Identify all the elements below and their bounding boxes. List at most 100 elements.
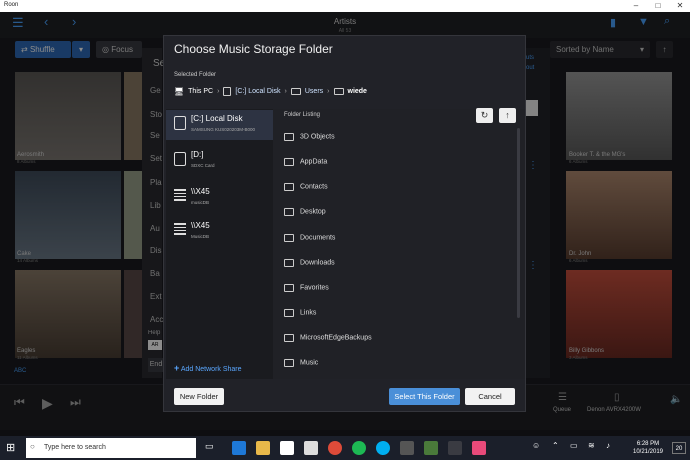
- drive-description: SAMSUNG KUS020203M-B000: [191, 127, 256, 132]
- server-icon: [174, 223, 186, 235]
- folder-item[interactable]: MicrosoftEdgeBackups: [284, 334, 372, 352]
- drive-name: \\X45: [191, 187, 210, 196]
- maximize-icon[interactable]: □: [648, 0, 668, 12]
- edge-icon[interactable]: [232, 441, 246, 455]
- folder-item[interactable]: 3D Objects: [284, 133, 335, 151]
- disk-icon: [174, 152, 186, 166]
- mail-icon[interactable]: [304, 441, 318, 455]
- refresh-button[interactable]: ↻: [476, 108, 493, 123]
- folder-item[interactable]: Documents: [284, 234, 335, 252]
- folder-item[interactable]: AppData: [284, 158, 327, 176]
- store-icon[interactable]: [280, 441, 294, 455]
- folder-item[interactable]: Links: [284, 309, 316, 327]
- folder-name: 3D Objects: [300, 133, 335, 141]
- wifi-icon[interactable]: ≋: [588, 441, 595, 450]
- folder-item[interactable]: Favorites: [284, 284, 329, 302]
- folder-icon: [284, 133, 294, 141]
- folder-icon: [284, 334, 294, 342]
- drive-name: [D:]: [191, 150, 204, 159]
- folder-icon: [290, 87, 301, 95]
- folder-name: MicrosoftEdgeBackups: [300, 334, 372, 342]
- new-folder-button[interactable]: New Folder: [174, 388, 224, 405]
- folder-name: Desktop: [300, 208, 326, 216]
- drive-description: SDXC Card: [191, 163, 215, 168]
- refresh-icon: ↻: [480, 110, 489, 120]
- folder-icon: [284, 208, 294, 216]
- cancel-button[interactable]: Cancel: [465, 388, 515, 405]
- folder-name: Downloads: [300, 259, 335, 267]
- plus-icon: +: [174, 363, 180, 373]
- drive-name: \\X45: [191, 221, 210, 230]
- taskbar-search-input[interactable]: Type here to search: [26, 438, 196, 458]
- roon-icon[interactable]: [448, 441, 462, 455]
- drive-name: [C:] Local Disk: [191, 114, 243, 123]
- chevron-right-icon: ›: [217, 87, 220, 95]
- chevron-right-icon: ›: [284, 87, 287, 95]
- drive-description: MusicDB: [191, 234, 210, 239]
- drive-item-network-2[interactable]: \\X45 MusicDB: [166, 217, 273, 247]
- app-icon[interactable]: [400, 441, 414, 455]
- search-icon: ○: [30, 442, 35, 451]
- task-view-icon[interactable]: ▭: [205, 441, 214, 452]
- app-icon-pink[interactable]: [472, 441, 486, 455]
- people-icon[interactable]: ☺: [532, 441, 540, 450]
- folder-item[interactable]: Desktop: [284, 208, 326, 226]
- system-clock[interactable]: 6:28 PM 10/21/2019: [628, 440, 668, 456]
- window-titlebar: Roon – □ ✕: [0, 0, 690, 12]
- up-folder-button[interactable]: ↑: [499, 108, 516, 123]
- arrow-up-icon: ↑: [505, 110, 510, 120]
- close-icon[interactable]: ✕: [670, 0, 690, 12]
- folder-name: AppData: [300, 158, 328, 166]
- folder-name: Documents: [300, 234, 336, 242]
- breadcrumb: 🖥 This PC › [C:] Local Disk › Users › wi…: [174, 85, 367, 97]
- disk-icon: [223, 86, 232, 96]
- file-explorer-icon[interactable]: [256, 441, 270, 455]
- folder-item[interactable]: Music: [284, 359, 318, 377]
- chrome-icon[interactable]: [328, 441, 342, 455]
- add-share-label: Add Network Share: [180, 366, 242, 373]
- folder-name: Links: [300, 309, 317, 317]
- drive-item-network-1[interactable]: \\X45 musicDB: [166, 183, 273, 213]
- folder-item[interactable]: Downloads: [284, 259, 335, 277]
- drive-item-d[interactable]: [D:] SDXC Card: [166, 146, 273, 176]
- drive-item-c[interactable]: [C:] Local Disk SAMSUNG KUS020203M-B000: [166, 110, 273, 140]
- chevron-up-icon[interactable]: ⌃: [552, 441, 559, 450]
- breadcrumb-current: wiede: [347, 87, 367, 95]
- folder-icon: [284, 259, 294, 267]
- folder-name: Favorites: [300, 284, 329, 292]
- app-name: Roon: [4, 2, 19, 8]
- volume-tray-icon[interactable]: ♪: [606, 441, 610, 450]
- windows-start-icon[interactable]: ⊞: [6, 441, 15, 454]
- notification-count: 20: [675, 446, 683, 452]
- dialog-title: Choose Music Storage Folder: [174, 42, 333, 56]
- folder-item[interactable]: Contacts: [284, 183, 328, 201]
- folder-icon: [333, 87, 344, 95]
- breadcrumb-this-pc[interactable]: This PC: [188, 88, 213, 95]
- clock-time: 6:28 PM: [636, 441, 660, 447]
- folder-list-scrollbar[interactable]: [517, 128, 520, 318]
- breadcrumb-local-disk[interactable]: [C:] Local Disk: [235, 88, 280, 95]
- spotify-icon[interactable]: [352, 441, 366, 455]
- select-folder-button[interactable]: Select This Folder: [389, 388, 460, 405]
- add-network-share-button[interactable]: + Add Network Share: [174, 363, 242, 373]
- folder-icon: [284, 359, 294, 367]
- folder-name: Music: [300, 359, 319, 367]
- security-icon[interactable]: [424, 441, 438, 455]
- clock-date: 10/21/2019: [632, 449, 664, 455]
- folder-icon: [284, 234, 294, 242]
- notification-center-icon[interactable]: 20: [672, 442, 686, 454]
- drive-description: musicDB: [191, 200, 210, 205]
- folder-listing-label: Folder Listing: [284, 112, 321, 118]
- selected-folder-label: Selected Folder: [174, 72, 217, 78]
- folder-icon: [284, 158, 294, 166]
- folder-icon: [284, 183, 294, 191]
- skype-icon[interactable]: [376, 441, 390, 455]
- disk-icon: [174, 116, 186, 130]
- folder-name: Contacts: [300, 183, 328, 191]
- battery-icon[interactable]: ▭: [570, 441, 578, 450]
- folder-icon: [284, 309, 294, 317]
- breadcrumb-users[interactable]: Users: [305, 88, 323, 95]
- search-placeholder: Type here to search: [44, 444, 106, 451]
- server-icon: [174, 189, 186, 201]
- minimize-icon[interactable]: –: [626, 0, 646, 12]
